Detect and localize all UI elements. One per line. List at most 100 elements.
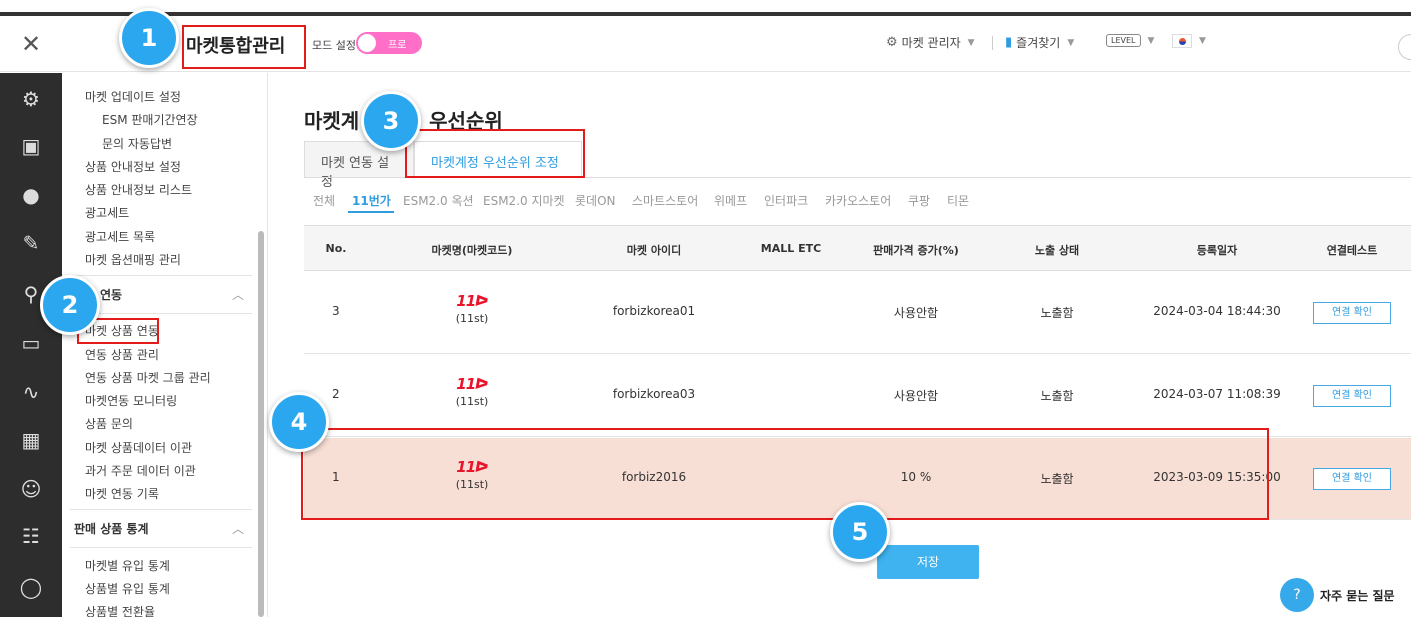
question-icon: ? [1280,578,1314,612]
chart-icon[interactable]: ∿ [0,372,62,412]
users-icon[interactable]: ☺ [0,469,62,509]
sitemap-icon[interactable]: ☷ [0,516,62,556]
faq-label: 자주 묻는 질문 [1320,588,1395,603]
faq-button[interactable]: ? 자주 묻는 질문 [1280,578,1395,612]
cell-market: 11ᐅ (11st) [456,375,489,408]
cell-reg-date: 2024-03-07 11:08:39 [1153,387,1281,401]
divider [70,547,252,548]
market-tab-gmarket[interactable]: ESM2.0 지마켓 [483,192,565,209]
table-row[interactable]: 3 11ᐅ (11st) forbizkorea01 사용안함 노출함 2024… [304,272,1411,354]
level-badge: LEVEL [1106,34,1141,47]
market-manager-menu[interactable]: ⚙ 마켓 관리자 ▼ [886,34,975,51]
bulb-icon[interactable]: ◯ [0,567,62,607]
col-connection-test: 연결테스트 [1326,244,1378,257]
market-tab-smartstore[interactable]: 스마트스토어 [632,192,698,209]
box-icon[interactable]: ▣ [0,126,62,166]
cell-market-id: forbizkorea01 [612,304,696,318]
chevron-up-icon[interactable]: ︿ [232,286,244,303]
divider [992,36,993,50]
page-title-left: 마켓계 [304,109,360,133]
market-tab-auction[interactable]: ESM2.0 옥션 [403,192,474,209]
sidebar-item[interactable]: 광고세트 목록 [85,228,155,245]
sidebar-item[interactable]: 마켓 상품데이터 이관 [85,439,192,456]
market-tab-tmon[interactable]: 티몬 [947,192,969,209]
favorites-menu[interactable]: ▮ 즐겨찾기 ▼ [1005,34,1074,51]
cell-market: 11ᐅ (11st) [456,292,489,325]
favorites-label: 즐겨찾기 [1016,36,1061,50]
sidebar-scrollbar[interactable] [258,231,264,617]
col-reg-date: 등록일자 [1196,244,1238,257]
sidebar-item[interactable]: 마켓 옵션매핑 관리 [85,251,181,268]
cell-price-increase: 사용안함 [893,306,939,320]
divider [70,275,252,276]
chevron-up-icon[interactable]: ︿ [232,520,244,537]
globe-icon[interactable]: ● [0,175,62,215]
market-tab-coupang[interactable]: 쿠팡 [908,192,930,209]
icon-nav-bar: ⚙ ▣ ● ✎ ⚲ ▭ ∿ ▦ ☺ ☷ ◯ [0,73,62,617]
sidebar-item[interactable]: ESM 판매기간연장 [102,111,198,128]
sidebar-item[interactable]: 상품별 유입 통계 [85,580,170,597]
sidebar-item[interactable]: 마켓연동 모니터링 [85,392,177,409]
sidebar-item[interactable]: 문의 자동답변 [102,135,172,152]
calculator-icon[interactable]: ▦ [0,420,62,460]
market-tab-kakaostore[interactable]: 카카오스토어 [825,192,891,209]
annotation-badge-4: 4 [269,392,329,452]
sidebar-item[interactable]: 연동 상품 관리 [85,346,159,363]
edit-icon[interactable]: ✎ [0,223,62,263]
cell-price-increase: 사용안함 [893,389,939,403]
mode-toggle-label: 프로 [388,40,407,51]
cell-no: 2 [332,387,340,401]
active-tab-underline [348,211,394,213]
market-tab-interpark[interactable]: 인터파크 [764,192,808,209]
annotation-box-title [182,25,306,69]
save-button[interactable]: 저장 [877,545,979,579]
col-price-increase: 판매가격 증가(%) [873,244,959,257]
sidebar-item[interactable]: 상품 안내정보 설정 [85,158,181,175]
sidebar-item[interactable]: 상품별 전환율 [85,603,155,617]
market-manager-label: 마켓 관리자 [901,36,961,50]
annotation-badge-5: 5 [830,502,890,562]
market-tab-lotteon[interactable]: 롯데ON [575,192,616,209]
chevron-down-icon: ▼ [1199,36,1206,46]
sidebar-item[interactable]: 마켓 연동 기록 [85,485,159,502]
annotation-box-row [301,428,1269,520]
connection-test-button[interactable]: 연결 확인 [1313,385,1391,407]
bookmark-icon: ▮ [1005,35,1013,50]
sidebar-item[interactable]: 상품 안내정보 리스트 [85,181,192,198]
sidebar-item[interactable]: 연동 상품 마켓 그룹 관리 [85,369,211,386]
sidebar-item[interactable]: 마켓별 유입 통계 [85,557,170,574]
col-market-name: 마켓명(마켓코드) [431,244,513,257]
sidebar-group-title[interactable]: 연동 [100,286,122,303]
mode-toggle[interactable]: 프로 [356,32,422,54]
sidebar-item[interactable]: 과거 주문 데이터 이관 [85,462,196,479]
market-tab-11st[interactable]: 11번가 [352,192,391,209]
connection-test-button[interactable]: 연결 확인 [1313,468,1391,490]
annotation-box-tab [405,129,585,178]
sidebar-item[interactable]: 광고세트 [85,204,129,221]
language-menu[interactable]: ▼ [1172,34,1206,48]
chevron-down-icon: ▼ [967,37,975,48]
korea-flag-icon [1172,34,1192,48]
table-row[interactable]: 2 11ᐅ (11st) forbizkorea03 사용안함 노출함 2024… [304,355,1411,437]
sidebar-item[interactable]: 마켓 업데이트 설정 [85,88,181,105]
11st-logo-icon: 11ᐅ [456,375,488,393]
market-tab-all[interactable]: 전체 [313,192,335,209]
col-mall-etc: MALL ETC [760,242,822,255]
cell-status: 노출함 [1040,389,1074,403]
gear-icon[interactable]: ⚙ [0,79,62,119]
manager-icon: ⚙ [886,35,898,50]
collapse-button[interactable] [1398,34,1411,60]
annotation-badge-2: 2 [40,275,100,335]
sidebar-group-title[interactable]: 판매 상품 통계 [74,520,149,537]
sidebar-item[interactable]: 상품 문의 [85,415,133,432]
11st-logo-icon: 11ᐅ [456,292,488,310]
close-icon[interactable]: ✕ [0,16,62,72]
connection-test-button[interactable]: 연결 확인 [1313,302,1391,324]
cell-reg-date: 2024-03-04 18:44:30 [1153,304,1281,318]
level-menu[interactable]: LEVEL ▼ [1106,34,1154,47]
market-tab-wemakeprice[interactable]: 위메프 [714,192,747,209]
chevron-down-icon: ▼ [1067,37,1075,48]
col-status: 노출 상태 [1034,244,1080,257]
market-code: (11st) [455,395,489,408]
annotation-badge-1: 1 [119,8,179,68]
